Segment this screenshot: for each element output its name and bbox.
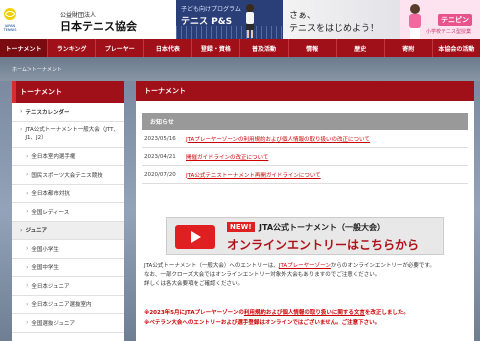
sidebar: トーナメント › テニスカレンダー › JTA公式トーナメント一般大会（JTT、J1… [12,81,124,341]
svg-text:TENNIS: TENNIS [3,28,18,32]
sidebar-item-label: テニスカレンダー [25,109,70,116]
notice-link[interactable]: JTA公式テニストーナメント再開ガイドラインについて [186,171,321,179]
site-logo-title[interactable]: 日本テニス協会 [60,18,137,34]
nav-player[interactable]: プレーヤー [96,39,145,57]
nav-tournament[interactable]: トーナメント [0,39,49,57]
chevron-right-icon: › [26,171,29,179]
site-header: JAPAN TENNIS 公益財団法人 日本テニス協会 子ども向けプログラム テ… [0,0,480,39]
chevron-right-icon: › [26,189,29,197]
notice-box: お知らせ 2023/05/16 JTAプレーヤーゾーンの利用規約および個人情報の… [142,113,468,184]
net-graphic [176,26,283,39]
breadcrumb: ホーム＞トーナメント [0,57,480,81]
note-1-post: を改正しました。 [364,310,409,316]
note-2: ※ベテラン大会へのエントリーおよび選手登録はオンラインではございません。ご注意下… [144,319,381,326]
sidebar-item-label: 全国選抜ジュニア [31,320,76,327]
note-1-pre: ※2023年5月にJTAプレーヤーゾーンの [144,310,244,316]
entry-banner-line2: オンラインエントリーはこちらから [227,238,420,252]
nav-national-team[interactable]: 日本代表 [144,39,193,57]
sidebar-title[interactable]: トーナメント [12,81,124,103]
child-player-image [246,4,254,38]
banner1-caption: 子ども向けプログラム [181,6,241,13]
global-nav: トーナメント ランキング プレーヤー 日本代表 登録・資格 普及活動 情報 歴史… [0,39,480,57]
chevron-right-icon: › [26,245,29,253]
sidebar-item-label: 全日本室内選手権 [31,154,76,161]
para-1-pre: JTA公式トーナメント（一般大会）へのエントリーは、 [144,263,279,269]
note-1: ※2023年5月にJTAプレーヤーゾーンの利用規約および個人情報の取り扱いに関す… [144,309,468,319]
notice-date: 2020/07/20 [144,171,176,178]
sidebar-item-junior-high[interactable]: › 全国中学生 [12,259,124,277]
nav-info[interactable]: 情報 [289,39,337,57]
nav-registration[interactable]: 登録・資格 [192,39,241,57]
sidebar-item-label: 全日本都市対抗 [31,191,70,198]
sidebar-item-junior-select[interactable]: › 全国選抜ジュニア [12,314,124,333]
sidebar-item-label: 全日本ジュニア選抜室内 [31,302,92,309]
sidebar-item-ladies[interactable]: › 全国レディース [12,203,124,222]
sidebar-item-kokutai[interactable]: › 国民スポーツ大会テニス競技 [12,166,124,185]
sidebar-item-label: 国民スポーツ大会テニス競技 [31,172,103,179]
para-3: 詳しくは各大会要項をご確認ください。 [144,281,244,287]
sidebar-item-label: 全国レディース [31,209,70,216]
notice-row: 2023/04/21 開催ガイドラインの改正について [142,148,468,166]
jta-logo-icon[interactable]: JAPAN TENNIS [2,6,18,36]
notice-title: お知らせ [142,113,468,130]
banner2-line2: テニスをはじめよう！ [289,24,380,34]
para-1: JTA公式トーナメント（一般大会）へのエントリーは、JTAプレーヤーゾーンからの… [144,262,468,271]
online-entry-banner[interactable]: NEW! JTA公式トーナメント（一般大会） オンラインエントリーはこちらから [166,217,444,255]
chevron-right-icon: › [26,152,29,160]
notice-link[interactable]: 開催ガイドラインの改正について [186,153,268,161]
entry-banner-line1: JTA公式トーナメント（一般大会） [259,223,386,232]
sidebar-item-jta-official[interactable]: › JTA公式トーナメント一般大会（JTT、J1、J2） [12,122,124,148]
content-panel: トーナメント お知らせ 2023/05/16 JTAプレーヤーゾーンの利用規約お… [136,81,474,341]
sidebar-item-calendar[interactable]: › テニスカレンダー [12,103,124,122]
banner-tenipin[interactable]: テニピン 小学校テニス型授業 [400,0,480,39]
banner3-subtitle: 小学校テニス型授業 [426,29,472,35]
nav-activities[interactable]: 本協会の活動 [433,39,480,57]
breadcrumb-text[interactable]: ホーム＞トーナメント [12,66,62,73]
main-area: トーナメント › テニスカレンダー › JTA公式トーナメント一般大会（JTT、J1… [0,81,480,341]
sidebar-item-label: JTA公式トーナメント一般大会（JTT、J1、J2） [25,126,119,141]
sidebar-item-label: 全国小学生 [31,246,59,253]
sidebar-item-city[interactable]: › 全日本都市対抗 [12,185,124,203]
nav-promotion[interactable]: 普及活動 [240,39,289,57]
nav-history[interactable]: 歴史 [337,39,385,57]
notes: ※2023年5月にJTAプレーヤーゾーンの利用規約および個人情報の取り扱いに関す… [144,309,468,328]
terms-link[interactable]: 利用規約および個人情報の取り扱いに関する文言 [244,310,365,316]
notice-row: 2020/07/20 JTA公式テニストーナメント再開ガイドラインについて [142,166,468,184]
entry-description: JTA公式トーナメント（一般大会）へのエントリーは、JTAプレーヤーゾーンからの… [144,262,468,289]
new-badge: NEW! [227,222,255,232]
notice-date: 2023/05/16 [144,135,176,142]
banner-play-and-stay[interactable]: 子ども向けプログラム テニス P&S [176,0,283,39]
nav-donation[interactable]: 寄附 [385,39,433,57]
player-zone-link[interactable]: JTAプレーヤーゾーン [279,263,331,269]
sidebar-item-elementary[interactable]: › 全国小学生 [12,240,124,259]
chevron-right-icon: › [20,226,23,234]
banner2-line1: さぁ、 [289,11,316,21]
chevron-right-icon: › [20,125,23,133]
para-1-post: からのオンラインエントリーが必要です。 [330,263,435,269]
sidebar-item-junior-indoor[interactable]: › 全日本ジュニア選抜室内 [12,296,124,314]
chevron-right-icon: › [26,263,29,271]
sidebar-item-label: 全日本ジュニア [31,283,70,290]
sidebar-item-all-japan-junior[interactable]: › 全日本ジュニア [12,277,124,296]
page-title: トーナメント [136,81,474,101]
sidebar-item-label: 全国中学生 [31,265,59,272]
girl-player-image [409,4,421,39]
nav-ranking[interactable]: ランキング [48,39,97,57]
play-icon [175,225,215,249]
notice-link[interactable]: JTAプレーヤーゾーンの利用規約および個人情報の取り扱いの改正について [186,135,370,143]
chevron-right-icon: › [20,108,23,116]
notice-row: 2023/05/16 JTAプレーヤーゾーンの利用規約および個人情報の取り扱いの… [142,130,468,148]
notice-date: 2023/04/21 [144,153,176,160]
chevron-right-icon: › [26,300,29,308]
banner1-title: テニス P&S [181,17,233,27]
sidebar-item-junior[interactable]: › ジュニア [12,221,124,240]
sidebar-item-indoor[interactable]: › 全日本室内選手権 [12,148,124,166]
para-2: なお、一部クローズ大会ではオンラインエントリー対象外大会もありますのでご注意くだ… [144,272,381,278]
chevron-right-icon: › [26,208,29,216]
banner3-title: テニピン [438,14,472,26]
sidebar-item-label: ジュニア [25,228,48,235]
chevron-right-icon: › [26,319,29,327]
banner-start-tennis[interactable]: さぁ、 テニスをはじめよう！ [283,0,400,39]
chevron-right-icon: › [26,282,29,290]
